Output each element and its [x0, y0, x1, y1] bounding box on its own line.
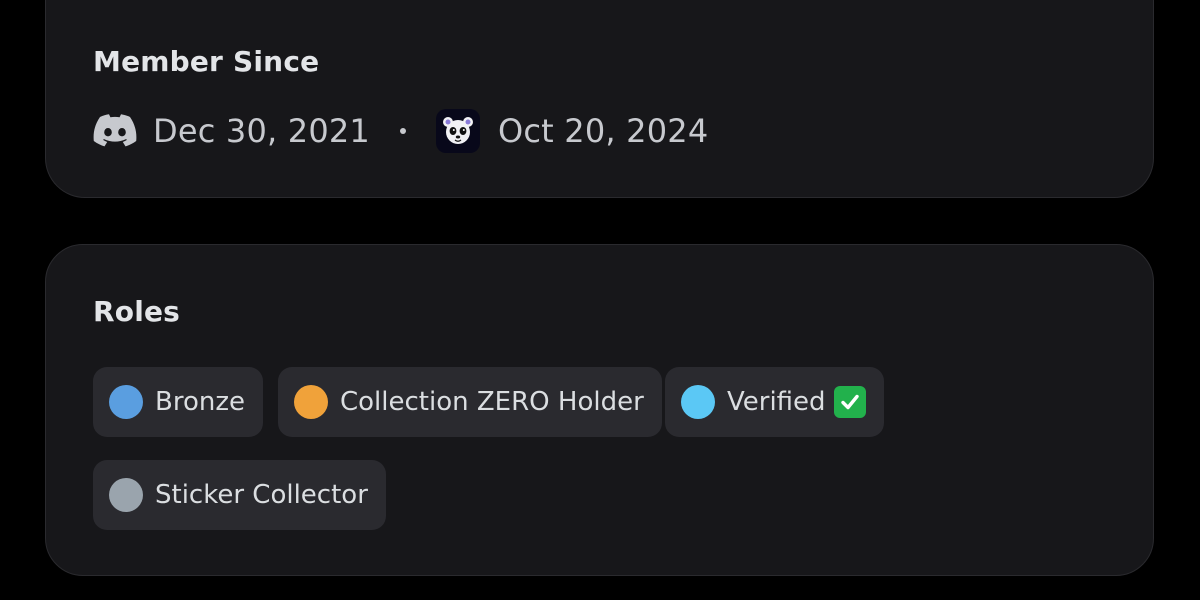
role-chip-collection-zero-holder[interactable]: Collection ZERO Holder — [278, 367, 662, 437]
role-label: Bronze — [155, 387, 245, 417]
server-join-date: Oct 20, 2024 — [498, 112, 709, 150]
server-panda-icon — [436, 109, 480, 153]
separator-dot — [400, 128, 406, 134]
discord-join-date: Dec 30, 2021 — [153, 112, 370, 150]
member-since-row: Dec 30, 2021 Oct 20, 2024 — [93, 107, 708, 155]
role-color-dot — [681, 385, 715, 419]
role-color-dot — [109, 478, 143, 512]
roles-heading: Roles — [93, 295, 181, 328]
role-color-dot — [109, 385, 143, 419]
member-since-heading: Member Since — [93, 45, 320, 78]
check-mark-button-icon — [833, 386, 866, 418]
role-label: Collection ZERO Holder — [340, 387, 644, 417]
member-since-card: Member Since Dec 30, 2021 Oct 20, 2024 — [45, 0, 1154, 198]
role-chip-verified[interactable]: Verified — [665, 367, 884, 437]
role-color-dot — [294, 385, 328, 419]
discord-logo-icon — [93, 114, 137, 148]
role-label: Sticker Collector — [155, 480, 368, 510]
role-label: Verified — [727, 387, 826, 417]
role-chip-bronze[interactable]: Bronze — [93, 367, 263, 437]
role-chip-sticker-collector[interactable]: Sticker Collector — [93, 460, 386, 530]
roles-card: Roles Bronze Collection ZERO Holder Veri… — [45, 244, 1154, 576]
